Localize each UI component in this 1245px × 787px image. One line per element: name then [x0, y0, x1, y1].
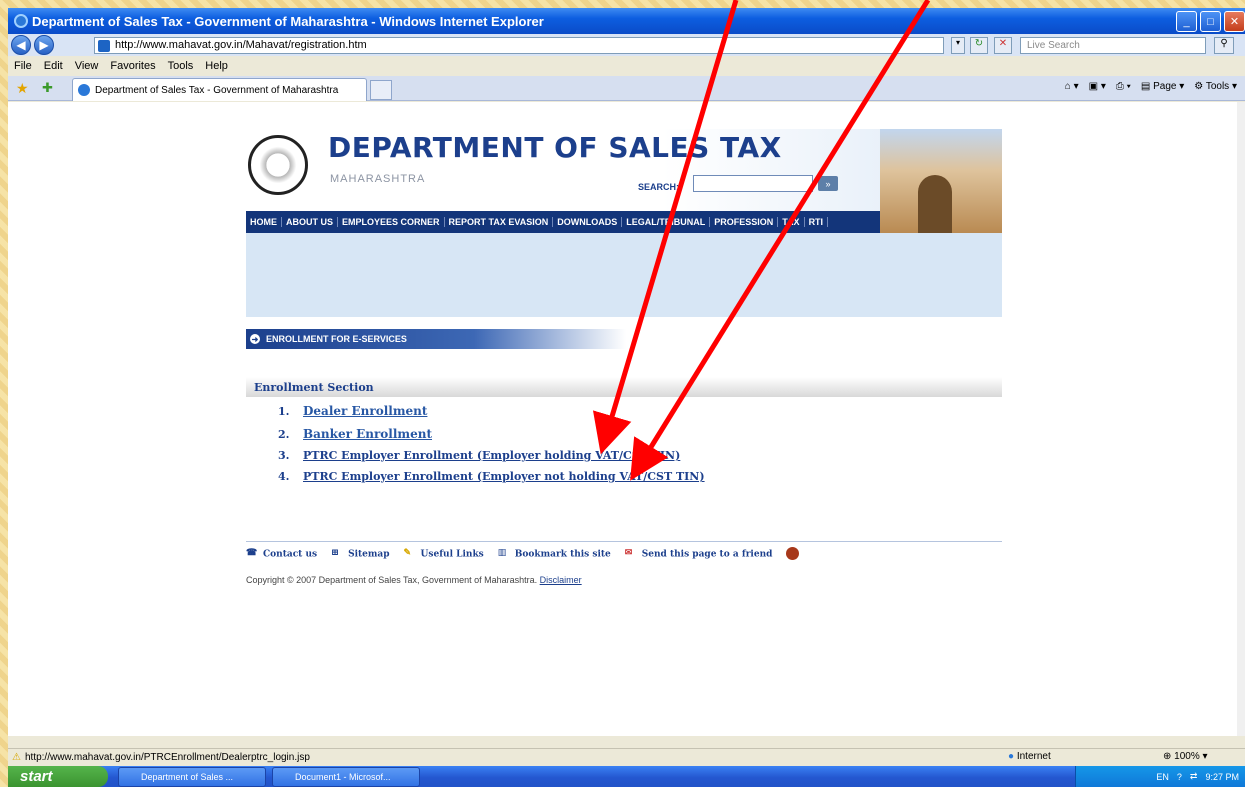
- footer-links: ☎ Contact us ⊞ Sitemap ✎ Useful Links ▥ Book…: [246, 547, 800, 560]
- nav-report-tax-evasion[interactable]: REPORT TAX EVASION: [445, 217, 554, 227]
- browser-window: Department of Sales Tax - Government of …: [8, 8, 1245, 787]
- section-title: Enrollment Section: [254, 381, 374, 394]
- live-search-input[interactable]: Live Search: [1020, 37, 1206, 54]
- site-heading: DEPARTMENT OF SALES TAX: [328, 131, 782, 164]
- tools-menu-button[interactable]: ⚙ Tools ▾: [1194, 81, 1237, 92]
- window-title: Department of Sales Tax - Government of …: [32, 13, 544, 29]
- stop-icon[interactable]: ✕: [994, 37, 1012, 54]
- task-ie[interactable]: Department of Sales ...: [118, 767, 266, 787]
- menu-favorites[interactable]: Favorites: [110, 60, 155, 72]
- ie-logo-icon: [14, 14, 28, 28]
- help-icon[interactable]: ?: [1177, 772, 1182, 782]
- home-icon[interactable]: ⌂ ▾: [1065, 81, 1079, 92]
- list-item: 4. PTRC Employer Enrollment (Employer not…: [278, 470, 705, 483]
- tab-current[interactable]: Department of Sales Tax - Government of …: [72, 78, 367, 101]
- nav-profession[interactable]: PROFESSION: [710, 217, 779, 227]
- site-search-label: SEARCH:: [638, 182, 680, 192]
- book-icon: ▥: [497, 547, 507, 558]
- nav-tax[interactable]: TAX: [778, 217, 805, 227]
- list-item: 2. Banker Enrollment: [278, 427, 433, 441]
- nav-home[interactable]: HOME: [246, 217, 282, 227]
- pencil-icon: ✎: [403, 547, 412, 558]
- task-word[interactable]: Document1 - Microsof...: [272, 767, 420, 787]
- menu-view[interactable]: View: [75, 60, 99, 72]
- feeds-icon[interactable]: ▣ ▾: [1089, 81, 1106, 92]
- page-icon: [98, 40, 110, 52]
- globe-icon: ●: [1008, 751, 1015, 762]
- banker-enrollment-link[interactable]: Banker Enrollment: [303, 427, 432, 441]
- page-menu-button[interactable]: ▤ Page ▾: [1141, 81, 1184, 92]
- menu-edit[interactable]: Edit: [44, 60, 63, 72]
- nav-about-us[interactable]: ABOUT US: [282, 217, 338, 227]
- search-icon[interactable]: ⚲: [1214, 37, 1234, 54]
- network-icon[interactable]: ⇄: [1190, 771, 1198, 782]
- menu-tools[interactable]: Tools: [168, 60, 194, 72]
- emblem-icon: [786, 547, 800, 560]
- minimize-button[interactable]: _: [1176, 11, 1197, 32]
- send-page-link[interactable]: ✉ Send this page to a friend: [625, 548, 773, 560]
- close-button[interactable]: ✕: [1224, 11, 1245, 32]
- security-zone: ● Internet: [1008, 751, 1051, 762]
- zoom-level[interactable]: ⊕ 100% ▾: [1163, 748, 1208, 766]
- disclaimer-link[interactable]: Disclaimer: [540, 575, 582, 585]
- list-item: 3. PTRC Employer Enrollment (Employer hol…: [278, 449, 681, 462]
- web-content: DEPARTMENT OF SALES TAX MAHARASHTRA SEAR…: [8, 102, 1237, 736]
- ie-tab-icon: [78, 84, 90, 96]
- maximize-button[interactable]: □: [1200, 11, 1221, 32]
- system-tray: EN ? ⇄ 9:27 PM: [1075, 766, 1245, 787]
- site-search-button[interactable]: »: [818, 176, 838, 191]
- contact-us-link[interactable]: ☎ Contact us: [246, 548, 317, 560]
- arrow-bullet-icon: ➜: [250, 334, 260, 344]
- site-search-input[interactable]: [693, 175, 813, 192]
- phone-icon: ☎: [246, 547, 258, 558]
- menu-file[interactable]: File: [14, 60, 32, 72]
- sitemap-icon: ⊞: [331, 547, 339, 558]
- title-bar: Department of Sales Tax - Government of …: [8, 8, 1245, 34]
- bookmark-link[interactable]: ▥ Bookmark this site: [498, 548, 611, 560]
- site-state: MAHARASHTRA: [330, 173, 426, 185]
- clock: 9:27 PM: [1205, 771, 1239, 782]
- ptrc-not-holding-tin-link[interactable]: PTRC Employer Enrollment (Employer not h…: [303, 470, 705, 483]
- status-bar: ⚠ http://www.mahavat.gov.in/PTRCEnrollme…: [8, 748, 1245, 766]
- ptrc-holding-tin-link[interactable]: PTRC Employer Enrollment (Employer holdi…: [303, 449, 680, 462]
- taskbar: start Department of Sales ... Document1 …: [8, 766, 1245, 787]
- dealer-enrollment-link[interactable]: Dealer Enrollment: [303, 404, 427, 418]
- menu-help[interactable]: Help: [205, 60, 228, 72]
- dropdown-icon[interactable]: ▾: [951, 37, 965, 54]
- favorites-star-icon[interactable]: ★: [16, 80, 29, 97]
- add-favorites-icon[interactable]: ✚: [42, 80, 53, 96]
- language-indicator[interactable]: EN: [1156, 772, 1169, 782]
- new-tab-button[interactable]: [370, 80, 392, 100]
- nav-downloads[interactable]: DOWNLOADS: [553, 217, 623, 227]
- mail-icon: ✉: [624, 547, 633, 558]
- site-page: DEPARTMENT OF SALES TAX MAHARASHTRA SEAR…: [246, 129, 1002, 594]
- copyright: Copyright © 2007 Department of Sales Tax…: [246, 575, 582, 585]
- nav-employees-corner[interactable]: EMPLOYEES CORNER: [338, 217, 445, 227]
- nav-rti[interactable]: RTI: [805, 217, 829, 227]
- menu-bar: File Edit View Favorites Tools Help: [8, 56, 1245, 76]
- command-bar: ⌂ ▾ ▣ ▾ ⎙ ▾ ▤ Page ▾ ⚙ Tools ▾: [1065, 81, 1237, 92]
- vertical-scrollbar[interactable]: [1237, 102, 1245, 736]
- header-band: [246, 233, 1002, 317]
- list-item: 1. Dealer Enrollment: [278, 404, 428, 418]
- site-nav: HOME ABOUT US EMPLOYEES CORNER REPORT TA…: [246, 211, 880, 233]
- status-url: http://www.mahavat.gov.in/PTRCEnrollment…: [24, 752, 310, 763]
- refresh-icon[interactable]: ↻: [970, 37, 988, 54]
- print-icon[interactable]: ⎙ ▾: [1116, 81, 1131, 92]
- footer-divider: [246, 541, 1002, 542]
- forward-button[interactable]: ▶: [34, 35, 54, 55]
- nav-legal-tribunal[interactable]: LEGAL/TRIBUNAL: [622, 217, 711, 227]
- warning-icon: ⚠: [12, 752, 21, 763]
- address-field[interactable]: http://www.mahavat.gov.in/Mahavat/regist…: [94, 37, 944, 54]
- address-toolbar: ◀ ▶ http://www.mahavat.gov.in/Mahavat/re…: [8, 34, 1245, 56]
- sitemap-link[interactable]: ⊞ Sitemap: [331, 548, 389, 560]
- section-banner: ➜ ENROLLMENT FOR E-SERVICES: [246, 329, 626, 349]
- gateway-of-india-image: [880, 129, 1002, 233]
- tab-bar: ★ ✚ Department of Sales Tax - Government…: [8, 76, 1245, 101]
- maharashtra-seal-icon: [248, 135, 308, 195]
- start-button[interactable]: start: [8, 766, 108, 787]
- useful-links-link[interactable]: ✎ Useful Links: [404, 548, 484, 560]
- back-button[interactable]: ◀: [11, 35, 31, 55]
